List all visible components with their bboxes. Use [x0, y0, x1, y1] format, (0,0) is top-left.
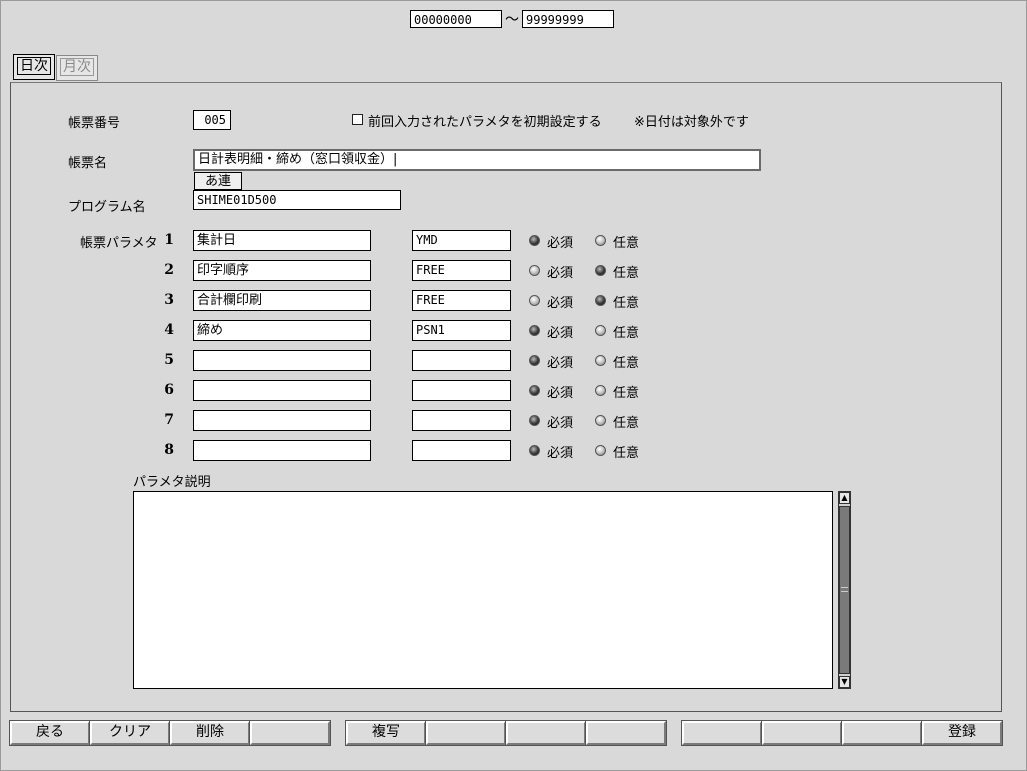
- param-name-field[interactable]: 締め: [193, 320, 371, 341]
- required-label: 必須: [547, 236, 574, 251]
- param-number: 5: [164, 352, 174, 368]
- param-type-field[interactable]: [412, 410, 511, 431]
- param-name-field[interactable]: [193, 410, 371, 431]
- param-number: 8: [164, 442, 174, 458]
- program-name-label: プログラム名: [68, 200, 146, 215]
- report-param-label: 帳票パラメタ: [80, 236, 158, 251]
- init-param-checkbox[interactable]: [352, 114, 363, 125]
- optional-label: 任意: [613, 446, 640, 461]
- param-name-field[interactable]: 合計欄印刷: [193, 290, 371, 311]
- param-number: 1: [164, 232, 174, 248]
- optional-radio[interactable]: [595, 235, 606, 246]
- function-button-1[interactable]: 戻る: [9, 720, 91, 746]
- required-label: 必須: [547, 446, 574, 461]
- report-name-label: 帳票名: [68, 156, 108, 171]
- function-button-12[interactable]: 登録: [921, 720, 1003, 746]
- report-no-label: 帳票番号: [68, 116, 121, 131]
- required-radio[interactable]: [529, 445, 540, 456]
- optional-label: 任意: [613, 386, 640, 401]
- param-name-field[interactable]: [193, 350, 371, 371]
- function-button-2[interactable]: クリア: [89, 720, 171, 746]
- required-radio[interactable]: [529, 385, 540, 396]
- param-type-field[interactable]: [412, 380, 511, 401]
- range-from-field[interactable]: 00000000: [410, 10, 502, 28]
- function-button-10[interactable]: [761, 720, 843, 746]
- optional-radio[interactable]: [595, 355, 606, 366]
- param-number: 7: [164, 412, 174, 428]
- optional-label: 任意: [613, 356, 640, 371]
- param-type-field[interactable]: [412, 350, 511, 371]
- optional-radio[interactable]: [595, 415, 606, 426]
- required-label: 必須: [547, 386, 574, 401]
- range-tilde: ～: [505, 12, 519, 28]
- required-label: 必須: [547, 326, 574, 341]
- param-type-field[interactable]: FREE: [412, 260, 511, 281]
- optional-label: 任意: [613, 416, 640, 431]
- init-param-label: 前回入力されたパラメタを初期設定する: [368, 115, 602, 130]
- report-name-field[interactable]: 日計表明細・締め（窓口領収金）|: [193, 149, 761, 171]
- required-radio[interactable]: [529, 265, 540, 276]
- required-radio[interactable]: [529, 235, 540, 246]
- required-radio[interactable]: [529, 355, 540, 366]
- function-button-9[interactable]: [681, 720, 763, 746]
- param-name-field[interactable]: [193, 380, 371, 401]
- function-button-5[interactable]: 複写: [345, 720, 427, 746]
- date-note: ※日付は対象外です: [634, 115, 749, 130]
- param-number: 4: [164, 322, 174, 338]
- param-description-textarea[interactable]: [133, 491, 833, 689]
- ime-indicator: あ連: [194, 172, 242, 191]
- required-radio[interactable]: [529, 325, 540, 336]
- function-button-7[interactable]: [505, 720, 587, 746]
- param-type-field[interactable]: PSN1: [412, 320, 511, 341]
- function-button-6[interactable]: [425, 720, 507, 746]
- param-number: 3: [164, 292, 174, 308]
- function-button-8[interactable]: [585, 720, 667, 746]
- scroll-up-arrow-icon[interactable]: ▲: [839, 492, 850, 504]
- optional-label: 任意: [613, 266, 640, 281]
- param-name-field[interactable]: 印字順序: [193, 260, 371, 281]
- optional-radio[interactable]: [595, 325, 606, 336]
- param-name-field[interactable]: 集計日: [193, 230, 371, 251]
- tab-daily-label: 日次: [17, 57, 51, 75]
- required-label: 必須: [547, 416, 574, 431]
- optional-radio[interactable]: [595, 385, 606, 396]
- required-label: 必須: [547, 356, 574, 371]
- description-scrollbar[interactable]: ▲ ▼: [838, 491, 851, 689]
- function-button-4[interactable]: [249, 720, 331, 746]
- report-name-value: 日計表明細・締め（窓口領収金）: [198, 152, 394, 167]
- optional-radio[interactable]: [595, 265, 606, 276]
- param-number: 6: [164, 382, 174, 398]
- function-button-11[interactable]: [841, 720, 923, 746]
- param-type-field[interactable]: [412, 440, 511, 461]
- program-name-field[interactable]: SHIME01D500: [193, 190, 401, 210]
- report-no-field[interactable]: 005: [193, 110, 231, 130]
- optional-label: 任意: [613, 236, 640, 251]
- range-to-field[interactable]: 99999999: [522, 10, 614, 28]
- tab-daily[interactable]: 日次: [13, 54, 55, 80]
- function-button-3[interactable]: 削除: [169, 720, 251, 746]
- tab-monthly[interactable]: 月次: [56, 55, 98, 81]
- param-number: 2: [164, 262, 174, 278]
- text-cursor: |: [393, 152, 398, 167]
- tab-monthly-label: 月次: [60, 58, 94, 76]
- optional-radio[interactable]: [595, 295, 606, 306]
- required-radio[interactable]: [529, 415, 540, 426]
- required-radio[interactable]: [529, 295, 540, 306]
- param-type-field[interactable]: FREE: [412, 290, 511, 311]
- optional-label: 任意: [613, 296, 640, 311]
- scroll-down-arrow-icon[interactable]: ▼: [839, 676, 850, 688]
- param-type-field[interactable]: YMD: [412, 230, 511, 251]
- param-name-field[interactable]: [193, 440, 371, 461]
- param-description-label: パラメタ説明: [133, 475, 211, 490]
- required-label: 必須: [547, 266, 574, 281]
- optional-label: 任意: [613, 326, 640, 341]
- scroll-thumb[interactable]: [839, 506, 850, 674]
- optional-radio[interactable]: [595, 445, 606, 456]
- required-label: 必須: [547, 296, 574, 311]
